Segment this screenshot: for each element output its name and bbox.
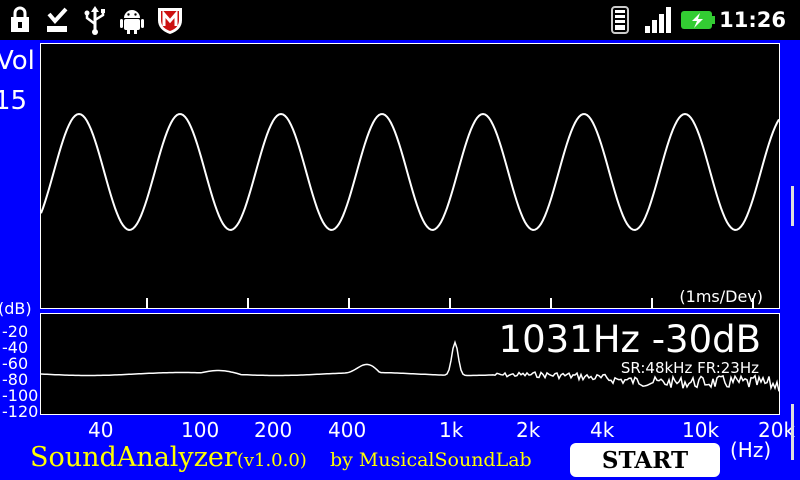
battery-charging-icon	[681, 11, 715, 29]
waveform-trace	[41, 112, 779, 232]
db-tick: -120	[2, 402, 39, 421]
developer-credit: by MusicalSoundLab	[330, 449, 532, 471]
scroll-handle[interactable]	[791, 186, 794, 226]
scroll-handle-lower[interactable]	[791, 404, 794, 460]
app-name: SoundAnalyzer	[30, 442, 237, 473]
waveform-panel: (1ms/Dev)	[40, 43, 780, 309]
lock-icon	[11, 6, 29, 32]
freq-tick: 100	[181, 418, 220, 442]
mcafee-shield-icon	[158, 8, 182, 34]
freq-tick: 2k	[516, 418, 541, 442]
waveform-plot	[41, 112, 779, 308]
sample-rate-readout: SR:48kHz FR:23Hz	[620, 359, 759, 377]
freq-tick: 10k	[682, 418, 720, 442]
status-bar: 11:26	[0, 0, 800, 40]
timebase-label: (1ms/Dev)	[679, 287, 763, 306]
freq-tick: 4k	[590, 418, 615, 442]
volume-value: 15	[0, 86, 28, 116]
start-button[interactable]: START	[570, 443, 720, 477]
freq-tick: 1k	[439, 418, 464, 442]
freq-tick: 40	[88, 418, 114, 442]
wifi-icon	[611, 6, 629, 34]
freq-unit-label: (Hz)	[730, 438, 772, 462]
android-icon	[120, 10, 144, 34]
spectrum-panel: 1031Hz -30dB SR:48kHz FR:23Hz	[40, 313, 780, 415]
signal-icon	[645, 7, 671, 33]
peak-readout: 1031Hz -30dB	[498, 318, 761, 361]
freq-tick: 200	[254, 418, 293, 442]
app-version: (v1.0.0)	[236, 450, 307, 471]
time-ticks	[146, 298, 754, 308]
usb-icon	[84, 6, 105, 35]
app-title: SoundAnalyzer(v1.0.0)	[30, 442, 307, 473]
download-done-icon	[47, 7, 68, 32]
db-axis-label: (dB)	[0, 299, 32, 318]
freq-tick: 400	[328, 418, 367, 442]
volume-label: Vol	[0, 46, 35, 76]
clock: 11:26	[719, 8, 786, 32]
